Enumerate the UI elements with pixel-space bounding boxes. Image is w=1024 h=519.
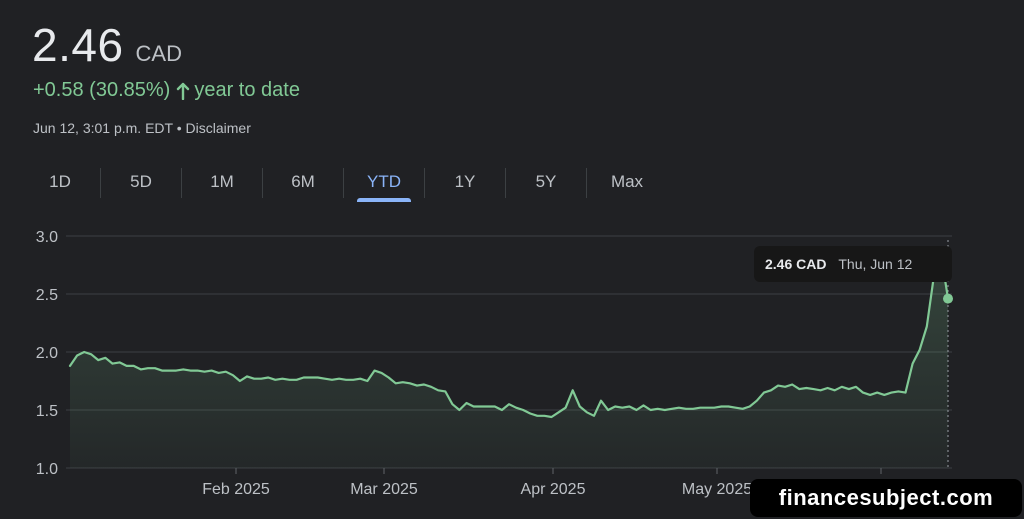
change-period: year to date (194, 79, 300, 101)
tab-1m[interactable]: 1M (182, 166, 262, 200)
x-tick-label: Feb 2025 (202, 481, 270, 498)
x-tick-label: Mar 2025 (350, 481, 418, 498)
price-tooltip: 2.46 CAD Thu, Jun 12 (754, 246, 952, 282)
last-price-dot (943, 293, 953, 304)
watermark-logo: financesubject.com (750, 479, 1022, 517)
price-change: +0.58 (30.85%) (33, 79, 171, 101)
price-area (70, 253, 948, 468)
timestamp-row: Jun 12, 3:01 p.m. EDT • Disclaimer (33, 120, 251, 136)
tooltip-date: Thu, Jun 12 (838, 256, 913, 272)
quote-header: 2.46 CAD (32, 18, 182, 72)
change-row: +0.58 (30.85%) year to date (33, 79, 300, 102)
tab-5y[interactable]: 5Y (506, 166, 586, 200)
separator-dot: • (176, 120, 182, 136)
tab-max[interactable]: Max (587, 166, 667, 200)
tab-ytd[interactable]: YTD (344, 166, 424, 202)
y-tick-label: 1.5 (36, 403, 58, 420)
tab-1d[interactable]: 1D (20, 166, 100, 200)
tooltip-price: 2.46 CAD (765, 256, 827, 272)
y-tick-label: 2.0 (36, 345, 58, 362)
tab-1y[interactable]: 1Y (425, 166, 505, 200)
disclaimer-link[interactable]: Disclaimer (186, 120, 251, 136)
tab-6m[interactable]: 6M (263, 166, 343, 200)
tab-5d[interactable]: 5D (101, 166, 181, 200)
x-tick-label: May 2025 (682, 481, 752, 498)
quote-timestamp: Jun 12, 3:01 p.m. EDT (33, 120, 173, 136)
current-price: 2.46 (32, 19, 124, 71)
arrow-up-icon (177, 82, 190, 100)
y-tick-label: 2.5 (36, 287, 58, 304)
y-tick-label: 3.0 (36, 229, 58, 246)
y-tick-label: 1.0 (36, 461, 58, 478)
currency-label: CAD (135, 41, 182, 66)
x-tick-label: Apr 2025 (521, 481, 586, 498)
range-tabs: 1D 5D 1M 6M YTD 1Y 5Y Max (20, 166, 667, 202)
